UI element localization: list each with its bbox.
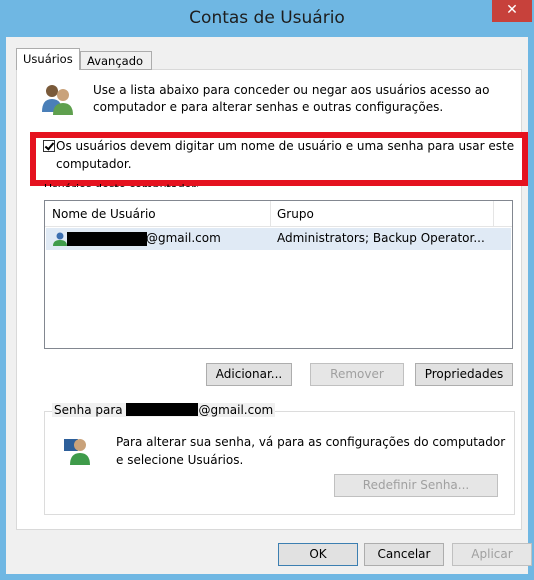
title-bar[interactable]: Contas de Usuário ✕	[0, 0, 534, 37]
users-group-caption: Usuários deste computador:	[44, 182, 199, 187]
column-header-username[interactable]: Nome de Usuário	[52, 207, 156, 221]
table-row[interactable]: @gmail.com Administrators; Backup Operat…	[46, 228, 511, 250]
password-caption-suffix: @gmail.com	[198, 403, 274, 417]
require-password-checkbox[interactable]	[43, 140, 55, 152]
properties-button-label: Propriedades	[424, 367, 504, 381]
redacted-email	[126, 403, 199, 416]
properties-button[interactable]: Propriedades	[415, 363, 513, 386]
add-button-label: Adicionar...	[215, 367, 283, 381]
user-accounts-window: Contas de Usuário ✕ Usuários Avançado Us…	[0, 0, 534, 580]
tab-advanced[interactable]: Avançado	[80, 51, 152, 70]
user-icon	[53, 232, 67, 246]
tab-users[interactable]: Usuários	[16, 48, 80, 70]
window-title: Contas de Usuário	[189, 8, 345, 28]
password-caption-prefix: Senha para	[54, 403, 123, 417]
cancel-button-label: Cancelar	[377, 547, 431, 561]
reset-password-button[interactable]: Redefinir Senha...	[334, 474, 498, 497]
users-icon	[42, 85, 73, 115]
require-password-label[interactable]: Os usuários devem digitar um nome de usu…	[56, 137, 516, 173]
username-cell: @gmail.com	[146, 231, 221, 245]
ok-button[interactable]: OK	[278, 543, 358, 566]
close-button[interactable]: ✕	[492, 0, 532, 22]
password-help-text: Para alterar sua senha, vá para as confi…	[116, 435, 506, 467]
apply-button[interactable]: Aplicar	[452, 543, 532, 566]
user-list[interactable]: Nome de Usuário Grupo @gmail.com Adminis…	[44, 200, 513, 349]
intro-text: Use a lista abaixo para conceder ou nega…	[93, 83, 490, 114]
cancel-button[interactable]: Cancelar	[364, 543, 444, 566]
remove-button[interactable]: Remover	[310, 363, 404, 386]
user-list-header: Nome de Usuário Grupo	[45, 201, 512, 227]
password-group-caption: Senha para @gmail.com	[52, 403, 276, 417]
column-divider[interactable]	[270, 201, 271, 226]
redacted-username	[67, 232, 147, 246]
column-header-group[interactable]: Grupo	[277, 207, 314, 221]
ok-button-label: OK	[309, 547, 327, 561]
reset-password-label: Redefinir Senha...	[362, 478, 470, 492]
password-user-icon	[64, 439, 90, 465]
close-icon: ✕	[506, 2, 518, 18]
column-divider[interactable]	[493, 201, 494, 226]
group-cell: Administrators; Backup Operator...	[277, 231, 485, 245]
apply-button-label: Aplicar	[471, 547, 513, 561]
add-button[interactable]: Adicionar...	[206, 363, 292, 386]
remove-button-label: Remover	[330, 367, 384, 381]
